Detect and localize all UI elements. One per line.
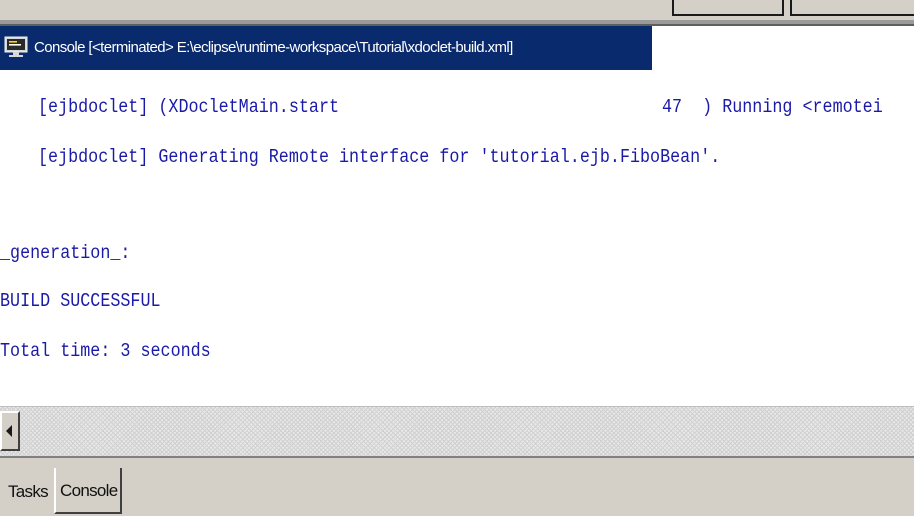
- console-view-titlebar: Console [<terminated> E:\eclipse\runtime…: [0, 26, 914, 70]
- console-line: 47 ) Running <remotei: [662, 96, 883, 118]
- tab-console[interactable]: Console: [54, 468, 122, 514]
- view-tab-bar: Tasks Console: [0, 456, 914, 516]
- console-output[interactable]: [ejbdoclet] (XDocletMain.start 47 ) Runn…: [0, 70, 914, 406]
- toolbar-button-right[interactable]: [790, 0, 914, 16]
- left-arrow-icon: [6, 425, 12, 437]
- scroll-left-button[interactable]: [0, 411, 20, 451]
- horizontal-scrollbar[interactable]: [0, 406, 914, 456]
- view-title: Console [<terminated> E:\eclipse\runtime…: [34, 39, 513, 56]
- console-line: [ejbdoclet] (XDocletMain.start: [38, 96, 340, 118]
- top-toolbar-strip: [0, 0, 914, 26]
- console-line: BUILD SUCCESSFUL: [0, 290, 161, 312]
- console-line: _generation_:: [0, 242, 131, 264]
- toolbar-button-left[interactable]: [672, 0, 784, 16]
- tab-tasks[interactable]: Tasks: [4, 472, 54, 512]
- console-icon: [4, 36, 28, 58]
- console-line: [ejbdoclet] Generating Remote interface …: [38, 146, 721, 168]
- console-line: Total time: 3 seconds: [0, 340, 211, 362]
